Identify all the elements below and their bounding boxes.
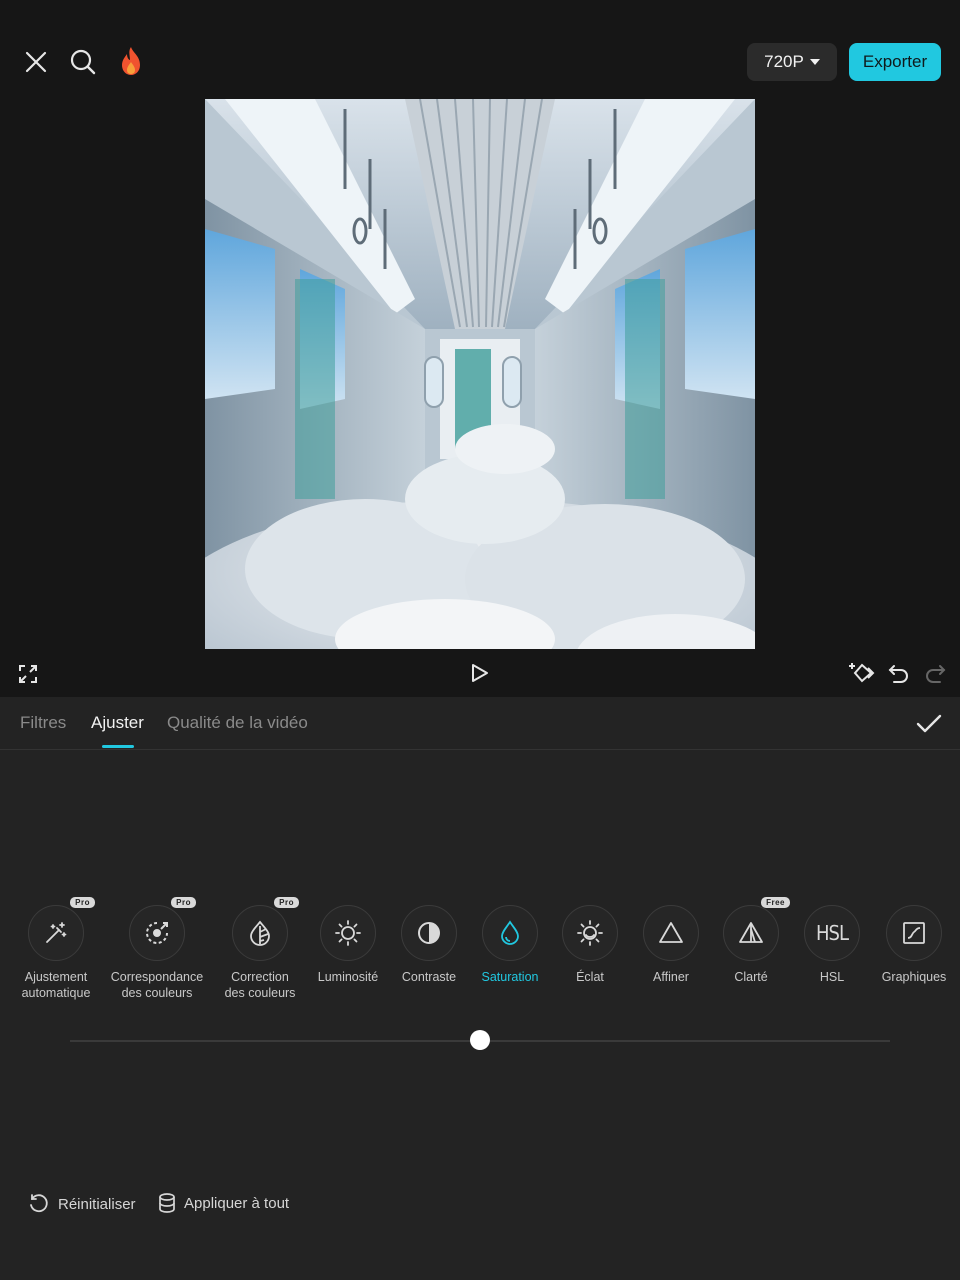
redo-icon[interactable] [922, 660, 948, 686]
tab-filters[interactable]: Filtres [20, 713, 66, 733]
tool-auto-adjust[interactable]: Pro Ajustement automatique [6, 897, 106, 1001]
close-icon[interactable] [20, 46, 52, 78]
color-correction-icon [250, 920, 270, 946]
tool-auto-adjust-button[interactable]: Pro [28, 897, 95, 961]
tool-label: Correction des couleurs [224, 970, 296, 1000]
contrast-icon [418, 922, 440, 944]
tab-video-quality[interactable]: Qualité de la vidéo [167, 713, 308, 733]
saturation-icon [501, 920, 519, 945]
search-icon[interactable] [66, 45, 100, 79]
caret-down-icon [809, 59, 820, 65]
color-match-icon [146, 922, 168, 944]
tool-curves-button[interactable] [886, 905, 942, 961]
top-bar: 720P Exporter [0, 0, 960, 100]
pro-badge: Pro [70, 897, 95, 908]
tool-saturation-button[interactable] [482, 905, 538, 961]
video-preview [205, 99, 755, 649]
keyframe-icon[interactable] [848, 660, 876, 686]
tool-color-correction[interactable]: Pro Correction des couleurs [210, 897, 310, 1001]
hsl-icon: HSL [816, 921, 849, 945]
brightness-icon [335, 920, 361, 946]
export-button[interactable]: Exporter [849, 43, 941, 81]
confirm-check-icon[interactable] [914, 709, 944, 739]
tool-sharpen-button[interactable] [643, 905, 699, 961]
play-icon[interactable] [468, 660, 492, 686]
tab-adjust[interactable]: Ajuster [91, 713, 144, 733]
resolution-value: 720P [764, 52, 804, 71]
tool-label: Correspondance des couleurs [110, 970, 204, 1000]
tool-hsl-button[interactable]: HSL [804, 905, 860, 961]
fullscreen-icon[interactable] [16, 662, 40, 686]
active-tab-indicator [102, 745, 134, 748]
exposure-icon [577, 920, 603, 946]
undo-icon[interactable] [886, 660, 912, 686]
reset-icon [30, 1194, 48, 1213]
tool-label: Graphiques [881, 970, 947, 984]
pro-badge: Pro [171, 897, 196, 908]
tool-label: Ajustement automatique [21, 970, 91, 1000]
sharpen-icon [659, 922, 683, 943]
flame-icon[interactable] [116, 44, 146, 78]
clarity-icon [739, 922, 763, 943]
adjust-slider-knob[interactable] [470, 1030, 490, 1050]
pro-badge: Pro [274, 897, 299, 908]
reset-button[interactable]: Réinitialiser [28, 1193, 136, 1215]
tool-curves[interactable]: Graphiques [864, 905, 960, 985]
playback-controls [0, 650, 960, 696]
train-cloud-image [205, 99, 755, 649]
resolution-dropdown[interactable]: 720P [747, 43, 837, 81]
tool-color-match[interactable]: Pro Correspondance des couleurs [107, 897, 207, 1001]
tool-clarity-button[interactable]: Free [723, 897, 790, 961]
tab-bar: Filtres Ajuster Qualité de la vidéo [0, 697, 960, 750]
tool-contrast-button[interactable] [401, 905, 457, 961]
tool-exposure-button[interactable] [562, 905, 618, 961]
tool-color-correction-button[interactable]: Pro [232, 897, 299, 961]
reset-label: Réinitialiser [58, 1195, 136, 1213]
magic-wand-icon [46, 922, 67, 943]
tool-color-match-button[interactable]: Pro [129, 897, 196, 961]
apply-all-icon [159, 1193, 175, 1213]
tool-brightness-button[interactable] [320, 905, 376, 961]
adjust-panel: Filtres Ajuster Qualité de la vidéo Pro … [0, 697, 960, 1280]
apply-all-button[interactable]: Appliquer à tout [158, 1193, 289, 1213]
apply-all-label: Appliquer à tout [184, 1194, 290, 1212]
curves-icon [903, 922, 925, 944]
